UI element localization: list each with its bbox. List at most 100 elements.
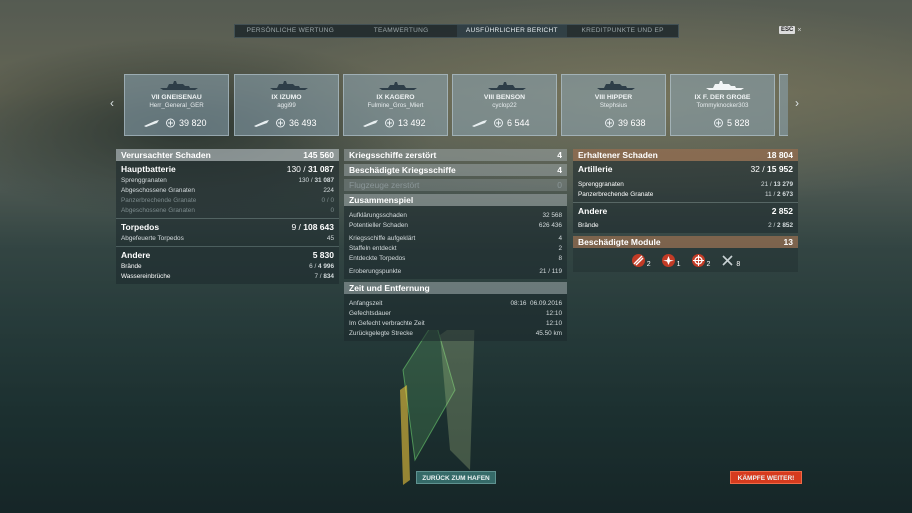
score-icon	[385, 118, 394, 128]
ship-card[interactable]: IX IZUMO aggi99 36 493	[234, 74, 339, 136]
hit-count: 21 /	[761, 180, 774, 188]
player-name: Stephsius	[599, 102, 628, 109]
stat-label: Aufklärungsschaden	[349, 211, 407, 219]
time-distance-header: Zeit und Entfernung	[344, 282, 567, 294]
stat-row: Im Gefecht verbrachte Zeit 12:10	[344, 318, 567, 328]
stat-label: Entdeckte Torpedos	[349, 254, 406, 262]
hit-count: 11 /	[765, 190, 777, 198]
module-count: 2	[646, 260, 651, 268]
stat-label: Sprenggranaten	[121, 176, 167, 184]
player-name: Herr_General_GER	[149, 102, 204, 109]
esc-close-button[interactable]: ESC ×	[779, 26, 801, 34]
stat-row: Aufklärungsschaden 32 568	[344, 210, 567, 220]
time-distance-label: Zeit und Entfernung	[349, 283, 430, 293]
ship-silhouette-icon	[160, 81, 198, 90]
steering-module-icon	[691, 253, 705, 267]
destroyed-ships-value: 4	[557, 150, 562, 160]
artillery-value: 32 / 15 952	[750, 164, 793, 174]
stat-value: 12:10	[546, 319, 562, 327]
stat-value: 4	[558, 234, 562, 242]
module-count: 2	[706, 260, 711, 268]
stat-label: Zurückgelegte Strecke	[349, 329, 413, 337]
ship-score: 5 828	[727, 118, 750, 128]
stat-value: 130 / 31 087	[298, 177, 334, 184]
stat-label: Brände	[578, 221, 599, 229]
stat-value: 8	[558, 254, 562, 262]
hit-count: 130 /	[298, 176, 315, 184]
damaged-ships-value: 4	[557, 165, 562, 175]
artillery-header: Artillerie 32 / 15 952	[573, 163, 798, 175]
stat-value: 45	[326, 234, 334, 242]
ship-name: VIII BENSON	[483, 94, 526, 101]
artillery-group: Artillerie 32 / 15 952 Sprenggranaten 21 …	[573, 161, 798, 202]
planes-destroyed-label: Flugzeuge zerstört	[349, 180, 420, 190]
stat-value: 2	[558, 244, 562, 252]
tab-detailed-report[interactable]: Ausführlicher Bericht	[456, 25, 568, 37]
teamplay-label: Zusammenspiel	[349, 195, 414, 205]
ship-name: VII GNEISENAU	[151, 94, 202, 101]
continue-fighting-button[interactable]: Kämpfe weiter!	[730, 471, 802, 484]
stat-value: 08:16 06.09.2016	[510, 299, 562, 307]
score-icon	[494, 118, 503, 128]
ship-name: IX IZUMO	[271, 94, 302, 101]
torpedos-value: 9 / 108 643	[291, 222, 334, 232]
tab-team-score[interactable]: Teamwertung	[346, 25, 457, 37]
dealt-damage-panel: Verursachter Schaden 145 560 Hauptbatter…	[116, 149, 339, 284]
score-icon	[605, 118, 614, 128]
ship-silhouette-icon	[270, 81, 308, 90]
stat-value: 7 / 834	[314, 273, 334, 280]
stat-value: 11 / 2 673	[765, 191, 793, 198]
damage-amount: 2 673	[777, 190, 793, 198]
ship-card[interactable]: VIII BENSON cyclop22 6 544	[452, 74, 557, 136]
carousel-next-button[interactable]: ›	[795, 96, 799, 110]
damage-amount: 0	[330, 196, 334, 204]
stat-row: Gefechtsdauer 12:10	[344, 308, 567, 318]
received-other-header: Andere 2 852	[573, 205, 798, 217]
module-item[interactable]: 2	[691, 253, 711, 268]
tab-credits-xp[interactable]: Kreditpunkte und EP	[567, 25, 678, 37]
stat-row: Abgeschossene Granaten 0	[116, 205, 339, 215]
stat-value: 0 / 0	[322, 197, 334, 204]
stat-row: Abgefeuerte Torpedos 45	[116, 233, 339, 243]
damaged-modules-label: Beschädigte Module	[578, 237, 661, 247]
main-battery-value: 130 / 31 087	[287, 164, 334, 174]
ship-card[interactable]: VIII HIPPER Stephsius 39 638	[561, 74, 666, 136]
stat-label: Staffeln entdeckt	[349, 244, 397, 252]
module-item[interactable]: 1	[661, 253, 681, 268]
ship-score: 39 638	[618, 118, 646, 128]
damage-shell-icon	[144, 120, 159, 127]
stat-value: 45.50 km	[535, 329, 562, 337]
close-icon: ×	[797, 26, 802, 34]
score-icon	[276, 118, 285, 128]
stat-row: Sprenggranaten 21 / 13 279	[573, 179, 798, 189]
ship-silhouette-icon	[706, 81, 744, 90]
engine-module-icon	[661, 253, 675, 267]
stat-value: 224	[323, 186, 334, 194]
other-damage-label: Andere	[121, 250, 151, 260]
other-damage-value: 5 830	[312, 250, 334, 260]
stat-row: Eroberungspunkte 21 / 119	[344, 266, 567, 276]
stat-label: Gefechtsdauer	[349, 309, 391, 317]
damage-amount: 15 952	[767, 164, 793, 174]
teamplay-header: Zusammenspiel	[344, 194, 567, 206]
stat-value: 6 / 4 996	[309, 263, 334, 270]
stat-value: 0	[330, 206, 334, 214]
ship-card[interactable]: IX KAGERO Fulmine_Gros_Miert 13 492	[343, 74, 448, 136]
stat-value: 12:10	[546, 309, 562, 317]
received-damage-label: Erhaltener Schaden	[578, 150, 658, 160]
ship-card-partial[interactable]	[779, 74, 788, 136]
ship-card[interactable]: IX F. DER GROßE Tommyknocker303 5 828	[670, 74, 775, 136]
module-item[interactable]: 8	[720, 253, 740, 268]
carousel-prev-button[interactable]: ‹	[110, 96, 114, 110]
damage-amount: 31 087	[314, 176, 334, 184]
damaged-ships-label: Beschädigte Kriegsschiffe	[349, 165, 456, 175]
player-name: cyclop22	[492, 102, 517, 109]
ship-score: 36 493	[289, 118, 317, 128]
back-to-port-button[interactable]: Zurück zum Hafen	[416, 471, 496, 484]
ship-card[interactable]: VII GNEISENAU Herr_General_GER 39 820	[124, 74, 229, 136]
tab-personal-score[interactable]: Persönliche Wertung	[235, 25, 346, 37]
module-item[interactable]: 2	[631, 253, 651, 268]
damaged-modules-header: Beschädigte Module 13	[573, 236, 798, 248]
stat-label: Brände	[121, 262, 142, 270]
ship-carousel: VII GNEISENAU Herr_General_GER 39 820 IX…	[124, 74, 788, 136]
